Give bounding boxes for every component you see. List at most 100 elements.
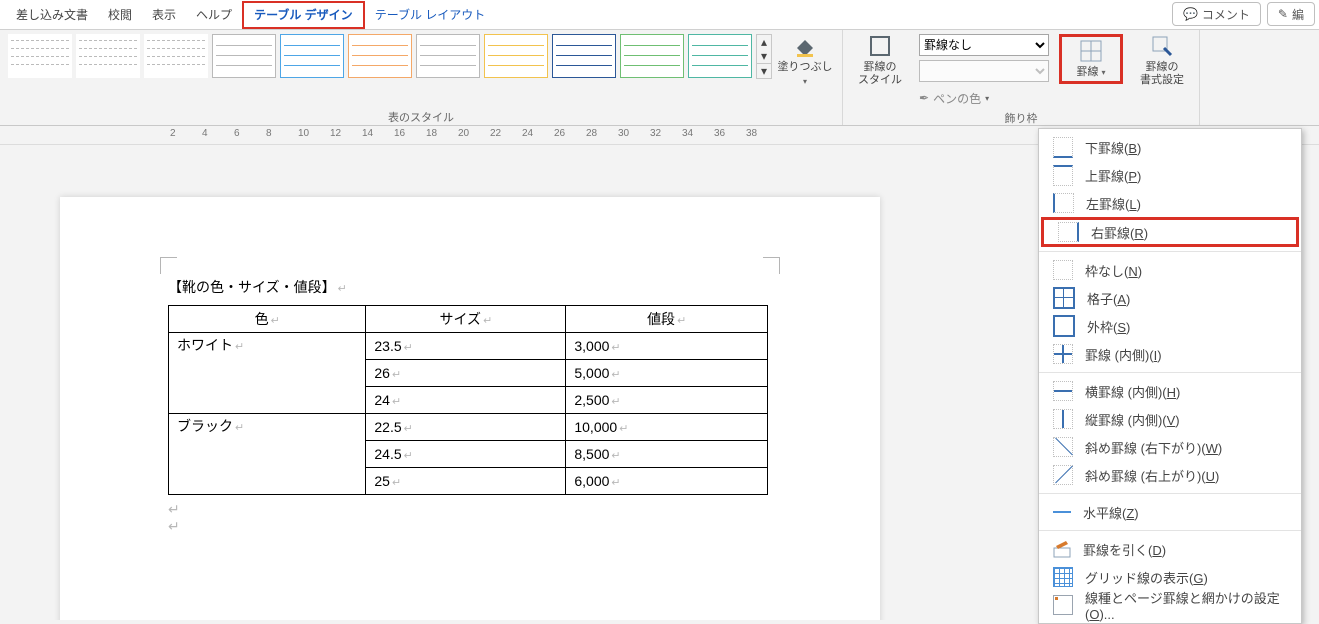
borders-button-label: 罫線	[1076, 66, 1098, 78]
th-size[interactable]: サイズ↵	[366, 306, 566, 333]
gridlines-icon	[1053, 567, 1073, 587]
document-title-line[interactable]: 【靴の色・サイズ・値段】↵	[168, 277, 772, 297]
td-size[interactable]: 22.5↵	[366, 414, 566, 441]
menu-all-borders[interactable]: 格子(A)	[1039, 284, 1301, 312]
td-price[interactable]: 6,000↵	[566, 468, 768, 495]
shoe-table[interactable]: 色↵ サイズ↵ 値段↵ ホワイト↵ 23.5↵ 3,000↵ 26↵ 5,000…	[168, 305, 768, 495]
table-style-grid-3[interactable]	[348, 34, 412, 78]
table-style-grid-5[interactable]	[484, 34, 548, 78]
table-style-plain-3[interactable]	[144, 34, 208, 78]
menu-draw-border[interactable]: 罫線を引く(D)	[1039, 535, 1301, 563]
ruler-tick: 38	[746, 128, 757, 139]
ruler-tick: 16	[394, 128, 405, 139]
left-border-icon	[1053, 193, 1074, 213]
ruler-tick: 12	[330, 128, 341, 139]
ruler-tick: 36	[714, 128, 725, 139]
table-body: ホワイト↵ 23.5↵ 3,000↵ 26↵ 5,000↵ 24↵ 2,500↵…	[169, 333, 768, 495]
table-style-plain-2[interactable]	[76, 34, 140, 78]
th-color[interactable]: 色↵	[169, 306, 366, 333]
td-size[interactable]: 24.5↵	[366, 441, 566, 468]
table-style-grid-2[interactable]	[280, 34, 344, 78]
ruler-tick: 34	[682, 128, 693, 139]
td-price[interactable]: 3,000↵	[566, 333, 768, 360]
table-style-grid-1[interactable]	[212, 34, 276, 78]
menu-left-border[interactable]: 左罫線(L)	[1039, 189, 1301, 217]
page: 【靴の色・サイズ・値段】↵ 色↵ サイズ↵ 値段↵ ホワイト↵ 23.5↵ 3,…	[60, 197, 880, 620]
document-title-text: 【靴の色・サイズ・値段】	[168, 279, 336, 295]
table-style-grid-7[interactable]	[620, 34, 684, 78]
menu-borders-and-shading-dialog[interactable]: 線種とページ罫線と網かけの設定(O)...	[1039, 591, 1301, 619]
td-size[interactable]: 23.5↵	[366, 333, 566, 360]
table-style-grid-6[interactable]	[552, 34, 616, 78]
menu-horizontal-line[interactable]: 水平線(Z)	[1039, 498, 1301, 526]
td-price[interactable]: 8,500↵	[566, 441, 768, 468]
td-size[interactable]: 25↵	[366, 468, 566, 495]
margin-corner-tl	[160, 257, 177, 274]
tab-view[interactable]: 表示	[142, 0, 186, 30]
menu-inside-borders[interactable]: 罫線 (内側)(I)	[1039, 340, 1301, 368]
tab-table-design[interactable]: テーブル デザイン	[242, 1, 365, 29]
comment-label: コメント	[1202, 6, 1250, 23]
menu-view-gridlines[interactable]: グリッド線の表示(G)	[1039, 563, 1301, 591]
ruler-tick: 8	[266, 128, 272, 139]
menu-right-border[interactable]: 右罫線(R)	[1041, 217, 1299, 247]
border-type-select[interactable]: 罫線なし	[919, 34, 1049, 56]
pen-color-button[interactable]: ✒ ペンの色 ▾	[919, 86, 1049, 110]
menu-top-border[interactable]: 上罫線(P)	[1039, 161, 1301, 189]
td-price[interactable]: 5,000↵	[566, 360, 768, 387]
table-row[interactable]: ホワイト↵ 23.5↵ 3,000↵	[169, 333, 768, 360]
horizontal-line-icon	[1053, 503, 1071, 521]
td-size[interactable]: 26↵	[366, 360, 566, 387]
td-size[interactable]: 24↵	[366, 387, 566, 414]
title-bar-right: 💬 コメント ✎ 編	[1172, 2, 1315, 26]
ruler-tick: 6	[234, 128, 240, 139]
td-price[interactable]: 10,000↵	[566, 414, 768, 441]
ruler-tick: 2	[170, 128, 176, 139]
group-table-styles: ▴ ▾ ▾ 塗りつぶし ▾ 表のスタイル	[0, 30, 843, 125]
menu-bottom-border[interactable]: 下罫線(B)	[1039, 133, 1301, 161]
comment-button[interactable]: 💬 コメント	[1172, 2, 1261, 26]
paragraph-mark: ↵	[338, 283, 347, 295]
chevron-down-icon: ▾	[985, 94, 989, 103]
table-style-grid-8[interactable]	[688, 34, 752, 78]
menu-inside-vertical[interactable]: 縦罫線 (内側)(V)	[1039, 405, 1301, 433]
ruler-tick: 26	[554, 128, 565, 139]
td-color[interactable]: ブラック↵	[169, 414, 366, 495]
edit-label: 編	[1292, 6, 1304, 23]
tab-review[interactable]: 校閲	[98, 0, 142, 30]
right-border-icon	[1058, 222, 1079, 242]
menu-inside-horizontal[interactable]: 横罫線 (内側)(H)	[1039, 377, 1301, 405]
bottom-border-icon	[1053, 137, 1073, 158]
borders-dropdown-menu: 下罫線(B) 上罫線(P) 左罫線(L) 右罫線(R) 枠なし(N) 格子(A)…	[1038, 128, 1302, 624]
border-styles-label: 罫線の スタイル	[858, 61, 902, 87]
tab-table-layout[interactable]: テーブル レイアウト	[365, 0, 496, 30]
borders-button[interactable]: 罫線 ▾	[1059, 34, 1123, 84]
outside-borders-icon	[1053, 315, 1075, 337]
table-row[interactable]: ブラック↵ 22.5↵ 10,000↵	[169, 414, 768, 441]
table-style-gallery-expand[interactable]: ▴ ▾ ▾	[756, 34, 772, 79]
menu-diagonal-up[interactable]: 斜め罫線 (右上がり)(U)	[1039, 461, 1301, 489]
tab-help[interactable]: ヘルプ	[186, 0, 242, 30]
menu-no-border[interactable]: 枠なし(N)	[1039, 256, 1301, 284]
border-styles-button[interactable]: 罫線の スタイル	[851, 34, 909, 87]
border-format-button[interactable]: 罫線の 書式設定	[1133, 34, 1191, 87]
th-price[interactable]: 値段↵	[566, 306, 768, 333]
edit-button[interactable]: ✎ 編	[1267, 2, 1315, 26]
table-header-row[interactable]: 色↵ サイズ↵ 値段↵	[169, 306, 768, 333]
border-styles-icon	[868, 34, 892, 58]
tab-mailings[interactable]: 差し込み文書	[6, 0, 98, 30]
page-content[interactable]: 【靴の色・サイズ・値段】↵ 色↵ サイズ↵ 値段↵ ホワイト↵ 23.5↵ 3,…	[168, 277, 772, 535]
menu-outside-borders[interactable]: 外枠(S)	[1039, 312, 1301, 340]
td-price[interactable]: 2,500↵	[566, 387, 768, 414]
inside-horizontal-icon	[1053, 381, 1073, 401]
table-style-plain-1[interactable]	[8, 34, 72, 78]
borders-dialog-icon	[1053, 595, 1073, 615]
plain-style-row	[8, 34, 208, 78]
menu-diagonal-down[interactable]: 斜め罫線 (右下がり)(W)	[1039, 433, 1301, 461]
td-color[interactable]: ホワイト↵	[169, 333, 366, 414]
menu-separator	[1039, 493, 1301, 494]
border-weight-select[interactable]	[919, 60, 1049, 82]
shading-button[interactable]: 塗りつぶし ▾	[776, 34, 834, 86]
border-options-stack: 罫線なし ✒ ペンの色 ▾	[919, 34, 1049, 110]
table-style-grid-4[interactable]	[416, 34, 480, 78]
